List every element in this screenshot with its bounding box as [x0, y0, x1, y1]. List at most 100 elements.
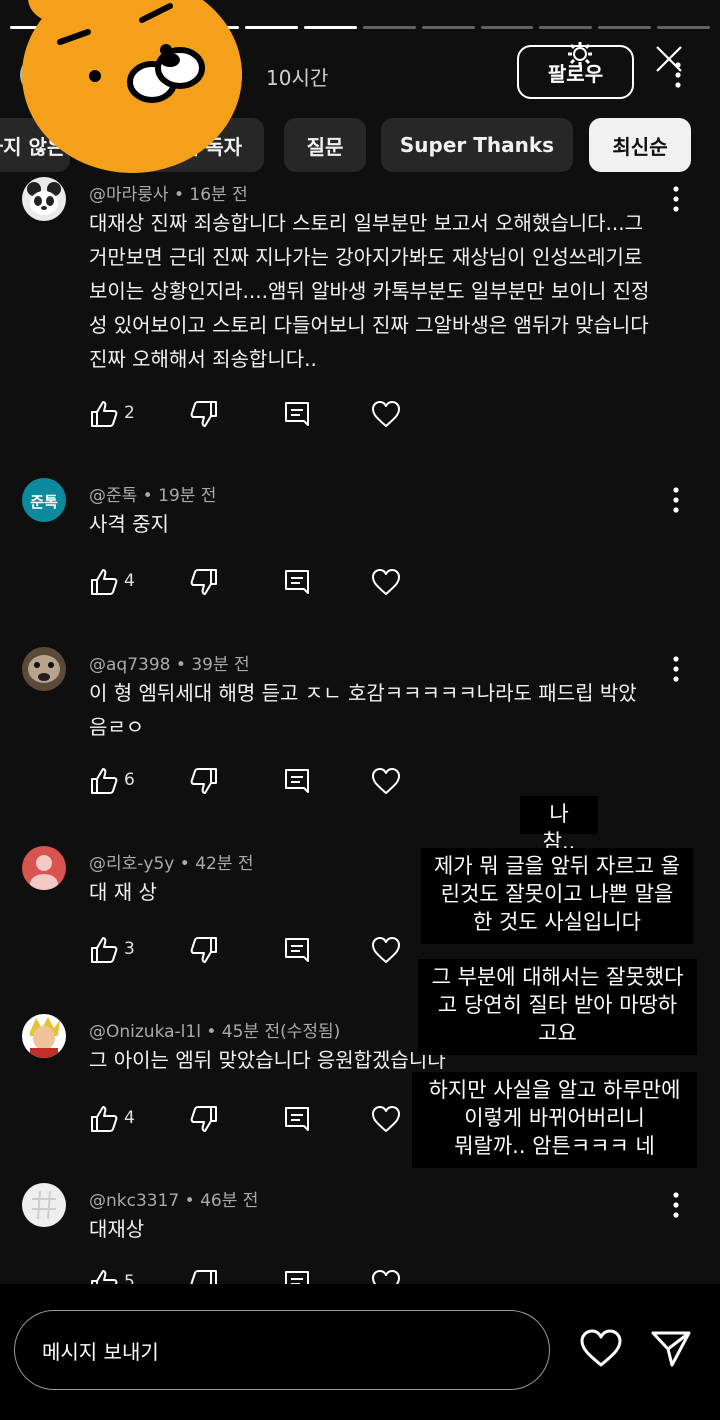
meta-separator: • [170, 655, 192, 675]
dislike-icon[interactable] [189, 567, 219, 601]
reply-icon[interactable] [282, 1104, 312, 1138]
comment-text-line: 이 형 엠뒤세대 해명 듣고 ㅈㄴ 호감ㅋㅋㅋㅋㅋ나라도 패드립 박았 [89, 681, 637, 705]
comment-handle[interactable]: @aq7398 [89, 655, 170, 675]
gear-icon[interactable] [566, 40, 594, 72]
heart-icon[interactable] [371, 766, 401, 800]
like-count: 4 [124, 571, 135, 591]
heart-icon[interactable] [371, 399, 401, 433]
comment-more-icon[interactable] [672, 1192, 680, 1222]
like-icon[interactable] [89, 935, 119, 969]
comment-text-line: 성 있어보이고 스토리 다들어보니 진짜 그알바생은 앰뒤가 맞습니다 [89, 313, 649, 337]
meta-separator: • [174, 854, 196, 874]
comment-avatar[interactable] [22, 1183, 66, 1227]
comment-meta: @마라룽사 • 16분 전 [89, 180, 248, 205]
comment-text-line: 대재상 [89, 1217, 145, 1241]
caption-line: 한 것도 사실입니다 [473, 910, 641, 934]
comment-actions: 3 [89, 935, 409, 969]
dislike-icon[interactable] [189, 935, 219, 969]
caption-line: 하지만 사실을 알고 하루만에 [428, 1078, 681, 1102]
comment-meta: @nkc3317 • 46분 전 [89, 1186, 258, 1211]
heart-icon[interactable] [371, 567, 401, 601]
like-icon[interactable] [89, 1104, 119, 1138]
caption-line: 뭐랄까.. 암튼ㅋㅋㅋ 네 [454, 1134, 655, 1158]
reply-icon[interactable] [282, 935, 312, 969]
like-count: 2 [124, 403, 135, 423]
comment-meta: @aq7398 • 39분 전 [89, 650, 250, 675]
comment-avatar[interactable] [22, 647, 66, 691]
message-input[interactable]: 메시지 보내기 [14, 1310, 550, 1390]
comment-time: 46분 전 [200, 1191, 259, 1211]
comment-handle[interactable]: @리호-y5y [89, 854, 174, 874]
meta-separator: • [137, 486, 159, 506]
comment-actions: 4 [89, 567, 409, 601]
comment-text: 대재상 [89, 1212, 669, 1246]
story-progress-segment [245, 26, 299, 29]
comment-avatar[interactable]: 준톡 [22, 478, 66, 522]
meta-separator: • [200, 1022, 222, 1042]
comment-actions: 2 [89, 399, 409, 433]
comment-handle[interactable]: @준톡 [89, 486, 137, 506]
reply-icon[interactable] [282, 567, 312, 601]
ryan-sticker [22, 0, 242, 173]
comment-time: 16분 전 [189, 185, 248, 205]
reply-icon[interactable] [282, 399, 312, 433]
comment-handle[interactable]: @마라룽사 [89, 185, 169, 205]
comment-avatar[interactable] [22, 177, 66, 221]
comment-text-line: 보이는 상황인지라....앰뒤 알바생 카톡부분도 일부분만 보이니 진정 [89, 279, 650, 303]
meta-separator: • [179, 1191, 201, 1211]
story-progress-segment [362, 26, 416, 29]
like-icon[interactable] [89, 567, 119, 601]
story-time: 10시간 [266, 66, 329, 90]
caption-text: 그 부분에 대해서는 잘못했다 고 당연히 질타 받아 마땅하 고요 [418, 959, 697, 1055]
story-progress-segment [539, 26, 593, 29]
heart-icon[interactable] [579, 1329, 623, 1373]
like-count: 6 [124, 770, 135, 790]
like-icon[interactable] [89, 766, 119, 800]
comment-time: 39분 전 [191, 655, 250, 675]
comment-actions: 6 [89, 766, 409, 800]
comment-meta: @리호-y5y • 42분 전 [89, 849, 254, 874]
comment-meta: @준톡 • 19분 전 [89, 481, 216, 506]
reply-icon[interactable] [282, 766, 312, 800]
comment-text-line: 대재상 진짜 죄송합니다 스토리 일부분만 보고서 오해했습니다...그 [89, 211, 644, 235]
comment-text-line: 진짜 오해해서 죄송합니다.. [89, 347, 317, 371]
comment-text-line: 사격 중지 [89, 512, 169, 536]
caption-text: 제가 뭐 글을 앞뒤 자르고 올 린것도 잘못이고 나쁜 말을 한 것도 사실입… [421, 848, 693, 944]
send-icon[interactable] [650, 1329, 692, 1373]
caption-text: 나 참.. [520, 796, 598, 854]
caption-line: 이렇게 바뀌어버리니 [464, 1106, 645, 1130]
story-progress-segment [657, 26, 710, 29]
like-icon[interactable] [89, 399, 119, 433]
comment-text-line: 음ㄹㅇ [89, 715, 145, 739]
heart-icon[interactable] [371, 935, 401, 969]
caption-line: 린것도 잘못이고 나쁜 말을 [440, 882, 674, 906]
dislike-icon[interactable] [189, 1104, 219, 1138]
comment-handle[interactable]: @nkc3317 [89, 1191, 179, 1211]
chip-questions[interactable]: 질문 [284, 118, 366, 172]
comment-actions: 4 [89, 1104, 409, 1138]
story-viewer: n 10시간 팔로우 하지 않은 구독자 질문 Super Thanks 최신순… [0, 0, 720, 1420]
comment-more-icon[interactable] [672, 656, 680, 686]
comment-more-icon[interactable] [672, 186, 680, 216]
comment-more-icon[interactable] [672, 487, 680, 517]
comment-avatar[interactable] [22, 846, 66, 890]
dislike-icon[interactable] [189, 766, 219, 800]
comment-text: 사격 중지 [89, 507, 669, 541]
heart-icon[interactable] [371, 1104, 401, 1138]
comment-meta: @Onizuka-l1l • 45분 전(수정됨) [89, 1017, 340, 1042]
comment-time: 42분 전 [195, 854, 254, 874]
story-progress-segment [480, 26, 534, 29]
caption-line: 고요 [538, 1021, 577, 1045]
like-count: 4 [124, 1108, 135, 1128]
chip-newest[interactable]: 최신순 [589, 118, 691, 172]
comment-text-line: 거만보면 근데 진짜 지나가는 강아지가봐도 재상님이 인성쓰레기로 [89, 245, 643, 269]
like-count: 3 [124, 939, 135, 959]
more-options-icon[interactable] [674, 62, 682, 92]
comment-avatar[interactable] [22, 1014, 66, 1058]
meta-separator: • [168, 185, 190, 205]
comment-text: 대재상 진짜 죄송합니다 스토리 일부분만 보고서 오해했습니다...그거만보면… [89, 206, 669, 376]
comment-handle[interactable]: @Onizuka-l1l [89, 1022, 201, 1042]
chip-super-thanks[interactable]: Super Thanks [381, 118, 573, 172]
dislike-icon[interactable] [189, 399, 219, 433]
caption-text: 하지만 사실을 알고 하루만에 이렇게 바뀌어버리니 뭐랄까.. 암튼ㅋㅋㅋ 네 [412, 1072, 697, 1168]
